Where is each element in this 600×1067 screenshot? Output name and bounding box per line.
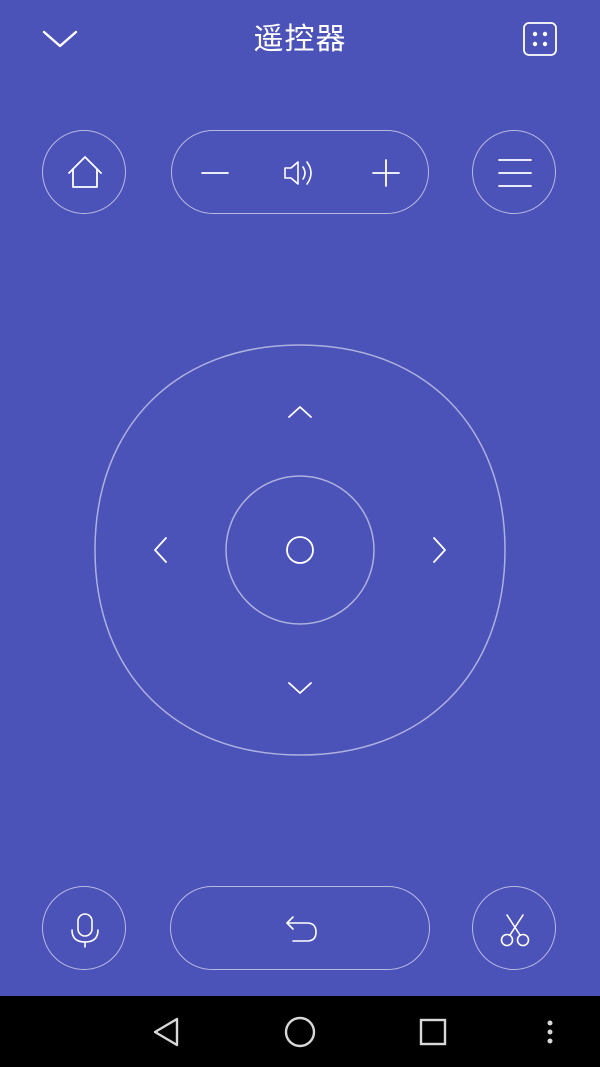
dpad-up-button[interactable]: [270, 390, 330, 434]
home-button[interactable]: [42, 130, 126, 214]
nav-more-button[interactable]: [530, 1006, 570, 1058]
back-button[interactable]: [170, 886, 430, 970]
chevron-left-icon: [154, 537, 167, 563]
nav-home-button[interactable]: [274, 1006, 326, 1058]
remote-control-screen: 遥控器: [0, 0, 600, 1067]
speaker-icon: [284, 161, 312, 185]
dpad-right-button[interactable]: [418, 520, 462, 580]
page-title: 遥控器: [253, 22, 347, 57]
voice-button[interactable]: [42, 886, 126, 970]
system-navigation-bar: [0, 996, 600, 1067]
ok-button[interactable]: [225, 475, 375, 625]
grid-button[interactable]: [516, 16, 564, 64]
scissors-icon: [500, 914, 530, 947]
square-recents-icon: [419, 1018, 447, 1046]
chevron-down-icon: [288, 682, 312, 694]
nav-recents-button[interactable]: [407, 1006, 459, 1058]
menu-icon: [498, 159, 532, 187]
triangle-back-icon: [153, 1017, 179, 1047]
screenshot-button[interactable]: [472, 886, 556, 970]
microphone-icon: [71, 913, 99, 948]
chevron-right-icon: [433, 537, 446, 563]
chevron-up-icon: [288, 406, 312, 418]
more-vertical-icon: [547, 1020, 553, 1044]
volume-down-button[interactable]: [186, 131, 246, 215]
nav-back-button[interactable]: [140, 1006, 192, 1058]
circle-home-icon: [284, 1016, 316, 1048]
volume-up-button[interactable]: [356, 131, 416, 215]
dpad: [94, 344, 506, 756]
minus-icon: [201, 172, 229, 174]
plus-icon: [372, 159, 400, 187]
dpad-down-button[interactable]: [270, 666, 330, 710]
volume-control: [171, 130, 429, 214]
volume-button[interactable]: [271, 131, 331, 215]
grid-dots-icon: [523, 22, 557, 56]
circle-icon: [225, 475, 375, 625]
home-icon: [68, 156, 102, 188]
menu-button[interactable]: [472, 130, 556, 214]
return-arrow-icon: [286, 916, 317, 942]
dpad-left-button[interactable]: [138, 520, 182, 580]
